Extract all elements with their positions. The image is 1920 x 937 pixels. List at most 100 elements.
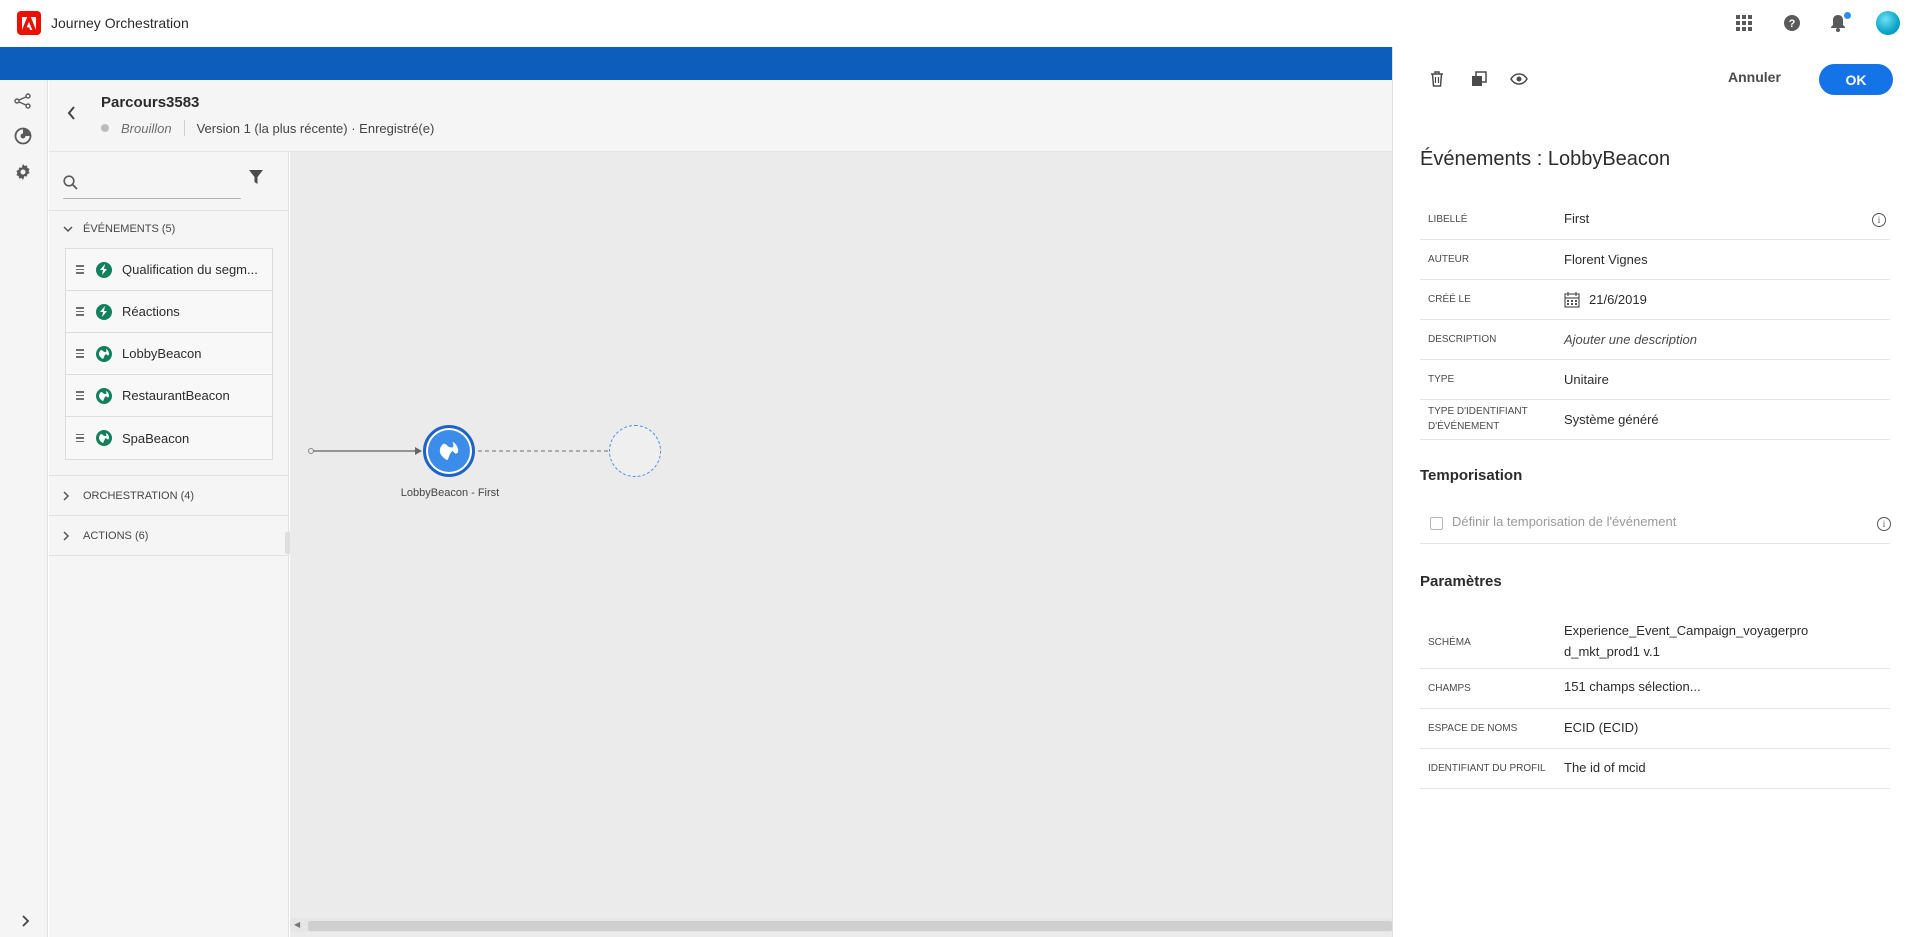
info-icon[interactable]: i [1872,213,1886,227]
field-row-label: LIBELLÉ First i [1420,199,1890,240]
list-item[interactable]: LobbyBeacon [66,333,272,375]
scroll-left-arrow-icon[interactable]: ◀ [294,920,300,929]
drag-handle-icon[interactable] [76,265,84,274]
field-row-author: AUTEUR Florent Vignes [1420,240,1890,280]
delete-trash-icon[interactable] [1426,68,1448,90]
journey-meta: Brouillon Version 1 (la plus récente) · … [101,120,434,136]
expand-actions-chevron-icon[interactable] [63,531,70,544]
timing-heading: Temporisation [1420,467,1523,484]
globe-icon [96,387,112,404]
journey-canvas[interactable] [290,152,1392,937]
cancel-button[interactable]: Annuler [1728,69,1781,85]
param-row-schema: SCHÉMA Experience_Event_Campaign_voyager… [1420,615,1890,669]
field-name: CHAMPS [1428,683,1471,694]
journey-version: Version 1 (la plus récente) · Enregistré… [196,120,435,136]
ok-button[interactable]: OK [1819,64,1893,95]
globe-icon [96,430,112,446]
field-name: IDENTIFIANT DU PROFIL [1428,763,1546,774]
empty-node-placeholder[interactable] [609,425,661,477]
divider [49,515,289,516]
top-bar: Journey Orchestration ? [0,0,1920,47]
id-type-value: Système généré [1564,412,1659,427]
status-dot [101,124,109,132]
type-value: Unitaire [1564,372,1609,387]
brand-band [0,47,1392,80]
field-name: TYPE D'IDENTIFIANT [1428,406,1528,417]
back-chevron-icon[interactable] [67,106,76,125]
list-item-label: Réactions [122,304,180,319]
schema-value-line2: d_mkt_prod1 v.1 [1564,644,1660,659]
duplicate-icon[interactable] [1468,68,1490,90]
preview-eye-icon[interactable] [1508,68,1530,90]
description-input[interactable]: Ajouter une description [1564,330,1697,350]
journey-status: Brouillon [121,120,172,136]
namespace-value: ECID (ECID) [1564,720,1639,735]
list-item[interactable]: RestaurantBeacon [66,375,272,417]
field-name: AUTEUR [1428,254,1470,265]
field-name: LIBELLÉ [1428,214,1468,225]
bolt-icon [96,261,112,278]
info-icon[interactable]: i [1877,517,1891,531]
event-node[interactable] [423,425,475,477]
field-row-created: CRÉÉ LE 21/6/2019 [1420,280,1890,320]
list-item[interactable]: Qualification du segm... [66,249,272,291]
canvas-horizontal-scrollbar[interactable]: ◀ [290,918,1392,932]
adobe-logo-icon[interactable] [17,11,41,35]
event-properties-panel: Annuler OK Événements : LobbyBeacon LIBE… [1392,47,1920,937]
param-row-namespace: ESPACE DE NOMS ECID (ECID) [1420,709,1890,749]
event-node-label: LobbyBeacon - First [400,487,500,499]
reports-nav-icon[interactable] [12,125,34,147]
field-name: DESCRIPTION [1428,334,1497,345]
created-date-value: 21/6/2019 [1589,292,1647,307]
list-item-label: SpaBeacon [122,430,190,446]
divider [49,210,289,211]
actions-section-title[interactable]: ACTIONS (6) [83,530,148,542]
list-item-label: LobbyBeacon [122,346,202,361]
list-item-label: Qualification du segm... [122,262,258,277]
bolt-icon [96,303,112,320]
expand-rail-chevron-icon[interactable] [19,910,33,932]
journeys-nav-icon[interactable] [12,90,34,112]
timing-checkbox[interactable] [1430,517,1443,530]
divider [183,120,185,136]
param-row-profile-id: IDENTIFIANT DU PROFIL The id of mcid [1420,749,1890,789]
list-item-label: RestaurantBeacon [122,388,230,403]
drag-handle-icon[interactable] [76,433,84,443]
help-icon[interactable]: ? [1781,12,1803,34]
fields-value[interactable]: 151 champs sélection... [1564,677,1701,697]
field-row-id-type: TYPE D'IDENTIFIANT D'ÉVÉNEMENT Système g… [1420,400,1890,440]
events-section-title[interactable]: ÉVÉNEMENTS (5) [83,223,175,235]
notification-badge [1842,10,1853,21]
journey-name[interactable]: Parcours3583 [101,94,199,111]
filter-icon[interactable] [249,170,263,190]
profile-id-value: The id of mcid [1564,760,1646,775]
activity-palette: ÉVÉNEMENTS (5) Qualification du segm... … [49,152,289,937]
list-item[interactable]: SpaBeacon [66,417,272,459]
orchestration-section-title[interactable]: ORCHESTRATION (4) [83,490,194,502]
drag-handle-icon[interactable] [76,391,84,400]
field-name: D'ÉVÉNEMENT [1428,421,1500,432]
drag-handle-icon[interactable] [76,307,84,316]
expand-orchestration-chevron-icon[interactable] [63,491,70,504]
params-heading: Paramètres [1420,573,1502,590]
apps-grid-icon[interactable] [1733,12,1755,34]
param-row-fields: CHAMPS 151 champs sélection... [1420,669,1890,709]
scrollbar-thumb[interactable] [308,921,1392,931]
drag-handle-icon[interactable] [76,349,84,358]
field-row-description: DESCRIPTION Ajouter une description [1420,320,1890,360]
journey-header: Parcours3583 Brouillon Version 1 (la plu… [49,80,1392,152]
left-rail [0,80,48,937]
events-list: Qualification du segm... Réactions Lobby… [65,248,273,460]
list-item[interactable]: Réactions [66,291,272,333]
palette-search[interactable] [63,167,241,199]
svg-text:?: ? [1789,18,1796,30]
collapse-events-chevron-icon[interactable] [63,224,73,236]
schema-value-line1: Experience_Event_Campaign_voyagerpro [1564,623,1809,638]
divider [49,555,289,556]
label-value[interactable]: First [1564,209,1589,229]
field-name: TYPE [1428,374,1455,385]
settings-gear-icon[interactable] [12,161,34,183]
timing-checkbox-label[interactable]: Définir la temporisation de l'événement [1452,514,1676,529]
user-avatar[interactable] [1876,11,1900,35]
app-title[interactable]: Journey Orchestration [51,15,189,31]
